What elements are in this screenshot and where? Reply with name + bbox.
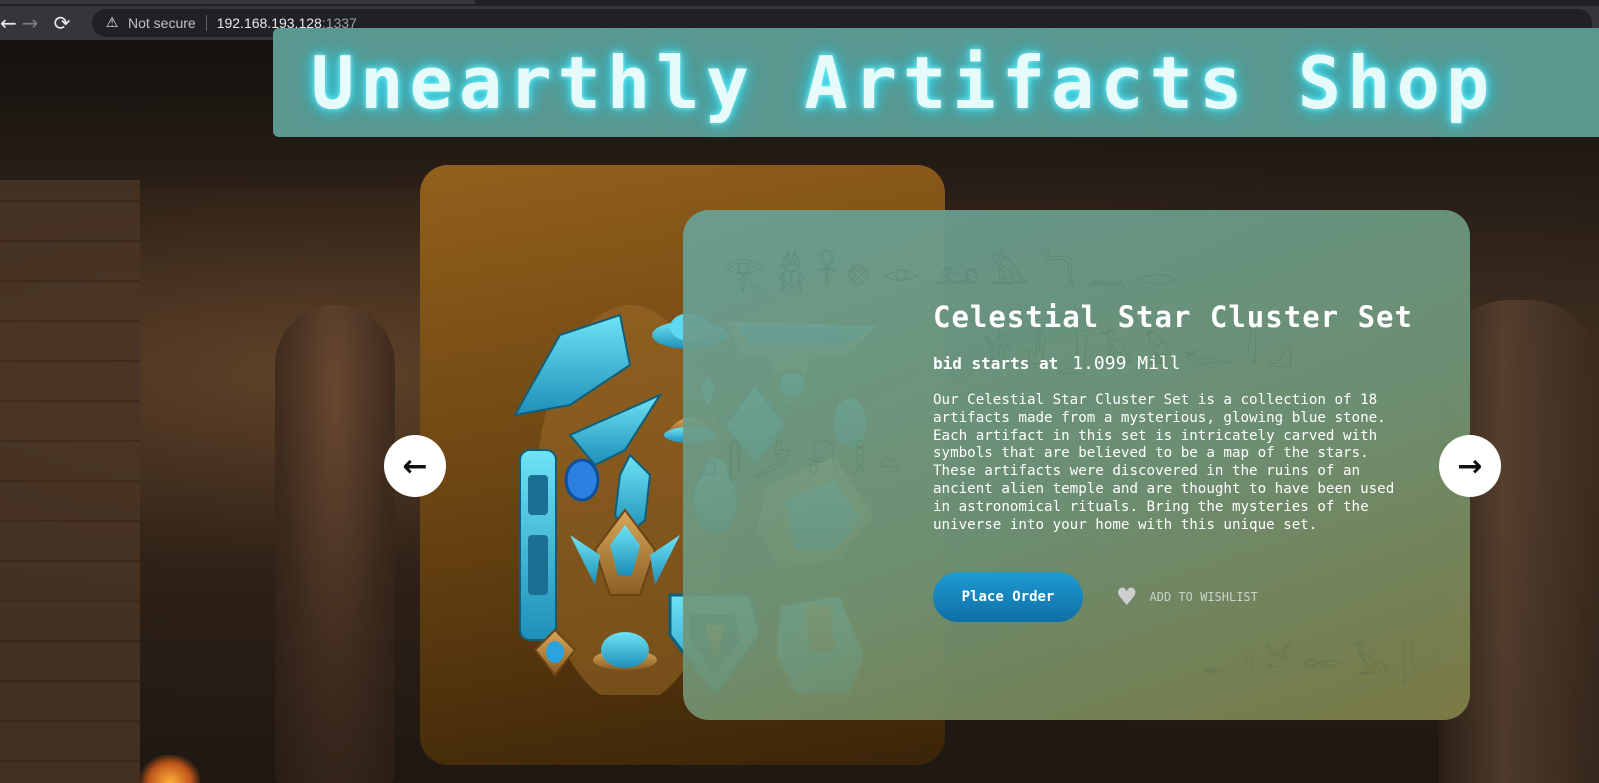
page-title: Unearthly Artifacts Shop — [310, 40, 1496, 125]
arrow-right-icon: → — [21, 11, 39, 35]
place-order-button[interactable]: Place Order — [933, 572, 1083, 622]
temple-statue-left — [275, 305, 395, 783]
wishlist-label[interactable]: ADD TO WISHLIST — [1150, 590, 1258, 604]
arrow-left-icon: ← — [402, 448, 428, 484]
bid-info: bid starts at 1.099 Mill — [933, 353, 1181, 374]
carousel-next-button[interactable]: → — [1439, 435, 1501, 497]
torch-fire — [140, 755, 200, 783]
security-label[interactable]: Not secure — [128, 15, 196, 31]
hieroglyph-decoration: 𓂀 𓆣 𓋹 𓊖 𓁹 𓃭 𓅓 𓆓 𓈖 𓂋 — [723, 253, 1178, 293]
active-tab[interactable] — [0, 0, 475, 4]
reload-button[interactable]: ⟳ — [46, 6, 78, 40]
hieroglyph-decoration: 𓂝 𓃾 𓄡 𓅃 𓆄 — [1203, 643, 1418, 683]
carousel-prev-button[interactable]: ← — [384, 435, 446, 497]
product-description: Our Celestial Star Cluster Set is a coll… — [933, 392, 1395, 533]
product-title: Celestial Star Cluster Set — [933, 300, 1413, 334]
temple-pillar-left — [0, 180, 140, 783]
header-banner: Unearthly Artifacts Shop — [273, 28, 1599, 137]
forward-button[interactable]: → — [14, 6, 46, 40]
back-button[interactable]: ← — [0, 6, 17, 40]
arrow-right-icon: → — [1457, 448, 1483, 484]
bid-value: 1.099 Mill — [1072, 353, 1181, 374]
add-to-wishlist-button[interactable]: ♥ ADD TO WISHLIST — [1116, 585, 1258, 609]
divider — [205, 15, 207, 31]
reload-icon: ⟳ — [53, 11, 71, 35]
bid-label: bid starts at — [933, 354, 1059, 373]
warning-triangle-icon[interactable]: ⚠ — [104, 15, 120, 31]
hieroglyph-decoration: 𓊪 𓋴 𓌳 𓍯 𓎛 𓏏 — [703, 443, 900, 483]
heart-icon[interactable]: ♥ — [1116, 585, 1138, 609]
